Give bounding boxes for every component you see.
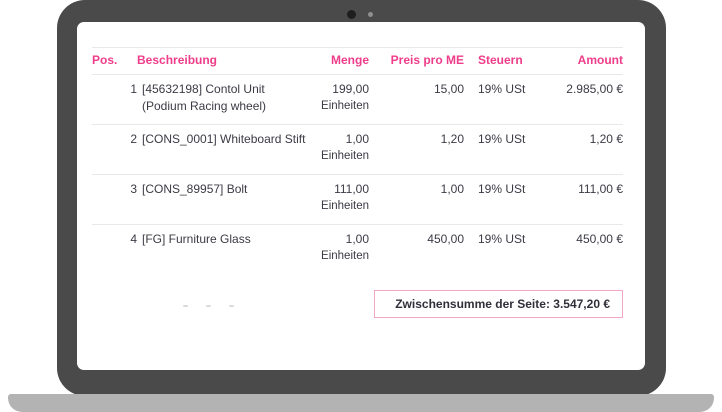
column-header-steuern: Steuern: [464, 48, 546, 75]
column-header-menge: Menge: [317, 48, 369, 75]
line-description-text: [45632198] Contol Unit (Podium Racing wh…: [142, 81, 309, 115]
invoice-table-body: 1 [45632198] Contol Unit (Podium Racing w…: [92, 75, 623, 275]
camera-icon: [347, 10, 356, 19]
line-unit-price: 450,00: [369, 225, 464, 275]
line-pos: 3: [92, 175, 137, 225]
line-tax-text: 19% USt: [478, 81, 546, 98]
line-pos: 4: [92, 225, 137, 275]
camera-led-icon: [368, 12, 373, 17]
line-tax: 19% USt: [464, 75, 546, 125]
line-description-text: [CONS_89957] Bolt: [142, 181, 309, 198]
subtotal-row: Zwischensumme der Seite: 3.547,20 €: [77, 290, 623, 318]
line-unit-price: 1,20: [369, 125, 464, 175]
line-amount-text: 2.985,00 €: [546, 81, 623, 98]
column-header-amount: Amount: [546, 48, 623, 75]
line-pos-text: 4: [92, 231, 137, 248]
table-row: 1 [45632198] Contol Unit (Podium Racing w…: [92, 75, 623, 125]
faint-artifact-marks: [183, 305, 234, 307]
page-subtotal-label: Zwischensumme der Seite:: [395, 297, 550, 311]
line-unit-price-text: 15,00: [369, 81, 464, 98]
table-row: 4[FG] Furniture Glass1,00Einheiten450,00…: [92, 225, 623, 275]
line-description: [FG] Furniture Glass: [137, 225, 317, 275]
line-tax: 19% USt: [464, 125, 546, 175]
line-quantity-text: Einheiten: [317, 148, 369, 165]
line-tax-text: 19% USt: [478, 131, 546, 148]
line-pos-text: 3: [92, 181, 137, 198]
line-pos: 1: [92, 75, 137, 125]
laptop-frame: Pos. Beschreibung Menge Preis pro ME Ste…: [57, 0, 666, 396]
invoice-line-items-table: Pos. Beschreibung Menge Preis pro ME Ste…: [92, 47, 623, 274]
invoice-report: Pos. Beschreibung Menge Preis pro ME Ste…: [77, 47, 645, 370]
line-tax-text: 19% USt: [478, 231, 546, 248]
line-amount: 111,00 €: [546, 175, 623, 225]
line-quantity-text: Einheiten: [317, 248, 369, 265]
line-description-text: [FG] Furniture Glass: [142, 231, 309, 248]
line-quantity: 1,00Einheiten: [317, 225, 369, 275]
line-description: [45632198] Contol Unit (Podium Racing wh…: [137, 75, 317, 125]
line-pos-text: 2: [92, 131, 137, 148]
line-quantity: 1,00Einheiten: [317, 125, 369, 175]
page-subtotal-value: 3.547,20 €: [553, 297, 610, 311]
line-amount: 450,00 €: [546, 225, 623, 275]
line-tax: 19% USt: [464, 225, 546, 275]
line-unit-price-text: 1,00: [369, 181, 464, 198]
line-unit-price: 1,00: [369, 175, 464, 225]
column-header-pos: Pos.: [92, 48, 137, 75]
line-quantity-text: Einheiten: [317, 98, 369, 115]
line-quantity: 199,00Einheiten: [317, 75, 369, 125]
line-quantity-text: 111,00: [317, 181, 369, 198]
line-pos-text: 1: [92, 81, 137, 98]
line-unit-price: 15,00: [369, 75, 464, 125]
table-row: 3 [CONS_89957] Bolt 111,00Einheiten1,00 19%…: [92, 175, 623, 225]
line-unit-price-text: 1,20: [369, 131, 464, 148]
line-quantity-text: 199,00: [317, 81, 369, 98]
line-quantity-text: Einheiten: [317, 198, 369, 215]
laptop-screen: Pos. Beschreibung Menge Preis pro ME Ste…: [77, 22, 645, 370]
line-pos: 2: [92, 125, 137, 175]
line-amount: 1,20 €: [546, 125, 623, 175]
line-tax: 19% USt: [464, 175, 546, 225]
laptop-base: [8, 394, 714, 412]
line-amount-text: 111,00 €: [546, 181, 623, 198]
line-description: [CONS_89957] Bolt: [137, 175, 317, 225]
line-quantity-text: 1,00: [317, 231, 369, 248]
line-quantity: 111,00Einheiten: [317, 175, 369, 225]
line-amount-text: 1,20 €: [546, 131, 623, 148]
column-header-beschreibung: Beschreibung: [137, 48, 317, 75]
line-unit-price-text: 450,00: [369, 231, 464, 248]
page-subtotal-box: Zwischensumme der Seite: 3.547,20 €: [374, 290, 623, 318]
column-header-preis-pro-me: Preis pro ME: [369, 48, 464, 75]
line-amount-text: 450,00 €: [546, 231, 623, 248]
table-header-row: Pos. Beschreibung Menge Preis pro ME Ste…: [92, 48, 623, 75]
line-description: [CONS_0001] Whiteboard Stift: [137, 125, 317, 175]
line-quantity-text: 1,00: [317, 131, 369, 148]
line-amount: 2.985,00 €: [546, 75, 623, 125]
line-description-text: [CONS_0001] Whiteboard Stift: [142, 131, 309, 148]
table-row: 2 [CONS_0001] Whiteboard Stift 1,00Einheit…: [92, 125, 623, 175]
line-tax-text: 19% USt: [478, 181, 546, 198]
